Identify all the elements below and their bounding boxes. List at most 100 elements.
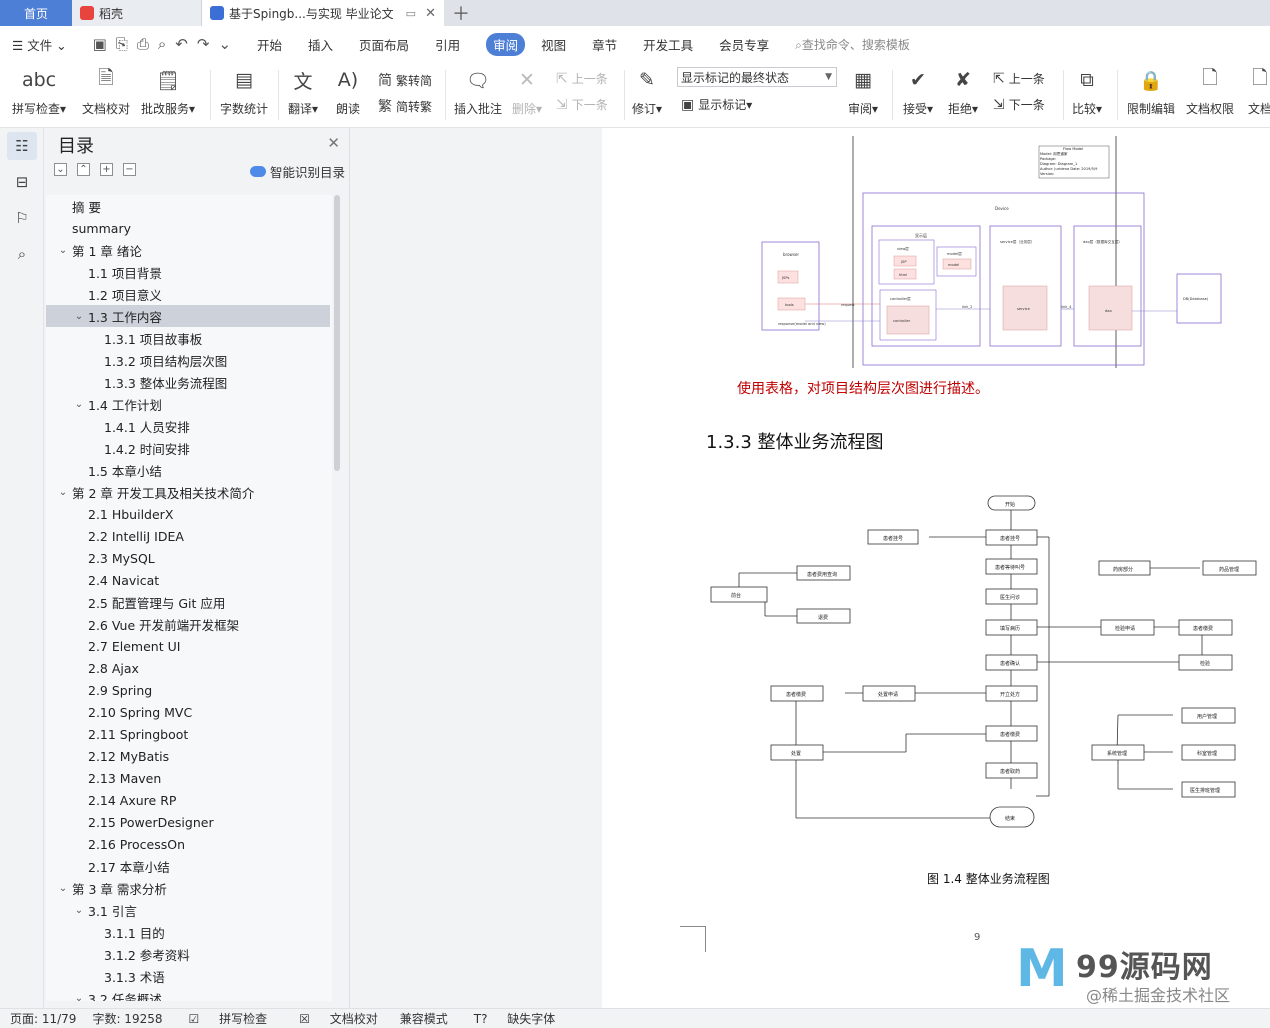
toc-item[interactable]: ⌄ 第 1 章 绪论 (46, 239, 330, 261)
toc-item[interactable]: 2.1 HbuilderX (46, 503, 330, 525)
tab-home[interactable]: 首页 (0, 0, 72, 26)
toc-item[interactable]: 2.13 Maven (46, 767, 330, 789)
doc-more-button[interactable]: 🗋 文档 (1246, 66, 1270, 117)
toc-item[interactable]: 2.7 Element UI (46, 635, 330, 657)
toc-item[interactable]: 1.4.1 人员安排 (46, 415, 330, 437)
status-proof[interactable]: ☒ 文档校对 (289, 1010, 384, 1027)
redo-icon[interactable]: ↷ (197, 35, 210, 53)
menu-start[interactable]: 开始 (257, 35, 282, 54)
menu-view[interactable]: 视图 (541, 35, 566, 54)
toc-item[interactable]: 2.15 PowerDesigner (46, 811, 330, 833)
delete-comment-button[interactable]: ✕ 删除▾ (512, 66, 542, 117)
chevron-down-icon[interactable]: ⌄ (72, 905, 86, 916)
toc-item[interactable]: 3.1.1 目的 (46, 921, 330, 943)
chevron-down-icon[interactable]: ⌄ (56, 245, 70, 256)
close-tab-icon[interactable]: ✕ (425, 6, 436, 21)
toc-item[interactable]: 2.2 IntelliJ IDEA (46, 525, 330, 547)
toc-item[interactable]: 2.10 Spring MVC (46, 701, 330, 723)
menu-devtools[interactable]: 开发工具 (643, 35, 693, 54)
remove-heading-icon[interactable]: − (123, 163, 136, 176)
toc-item[interactable]: 3.1.3 术语 (46, 965, 330, 987)
tab-docer[interactable]: 稻壳 (72, 0, 202, 26)
read-aloud-button[interactable]: A) 朗读 (334, 66, 362, 117)
menu-review[interactable]: 审阅 (486, 32, 526, 56)
toc-item[interactable]: 1.4.2 时间安排 (46, 437, 330, 459)
command-search[interactable]: ⌕查找命令、搜索模板 (795, 36, 910, 53)
bookmark-icon[interactable]: ⚐ (12, 208, 32, 228)
toc-item[interactable]: ⌄ 3.2 任务概述 (46, 987, 330, 1002)
reject-button[interactable]: ✘ 拒绝▾ (948, 66, 978, 117)
missing-font[interactable]: T? 缺失字体 (464, 1010, 562, 1027)
prev-change-button[interactable]: ⇱ 上一条 (993, 70, 1045, 87)
toc-item[interactable]: ⌄ 1.4 工作计划 (46, 393, 330, 415)
annotate-service-button[interactable]: 🗒 批改服务▾ (141, 66, 195, 117)
next-comment-button[interactable]: ⇲ 下一条 (556, 96, 608, 113)
menu-insert[interactable]: 插入 (308, 35, 333, 54)
prev-comment-button[interactable]: ⇱ 上一条 (556, 70, 608, 87)
toc-item[interactable]: 2.8 Ajax (46, 657, 330, 679)
toc-item[interactable]: ⌄ 第 3 章 需求分析 (46, 877, 330, 899)
compare-button[interactable]: ⧉ 比较▾ (1072, 66, 1102, 117)
toc-panel-icon[interactable]: ☷ (7, 132, 37, 160)
customize-icon[interactable]: ⌄ (218, 35, 231, 53)
toc-item[interactable]: 2.17 本章小结 (46, 855, 330, 877)
toc-item[interactable]: 2.5 配置管理与 Git 应用 (46, 591, 330, 613)
toc-item[interactable]: 1.3.1 项目故事板 (46, 327, 330, 349)
monitor-icon[interactable]: ▭ (406, 7, 416, 20)
collapse-all-icon[interactable]: ⌄ (54, 163, 67, 176)
chevron-down-icon[interactable]: ⌄ (72, 399, 86, 410)
trad-to-simp-button[interactable]: 简繁转简 (378, 70, 432, 90)
chevron-down-icon[interactable]: ⌄ (72, 993, 86, 1002)
file-menu[interactable]: ☰ 文件 ⌄ (12, 35, 67, 54)
toc-item[interactable]: 1.5 本章小结 (46, 459, 330, 481)
track-changes-button[interactable]: ✎ 修订▾ (632, 66, 662, 117)
toc-item[interactable]: ⌄ 第 2 章 开发工具及相关技术简介 (46, 481, 330, 503)
translate-button[interactable]: 文翻译▾ (288, 66, 318, 117)
toc-item[interactable]: 1.3.3 整体业务流程图 (46, 371, 330, 393)
print-preview-icon[interactable]: ⌕ (158, 35, 166, 53)
save-icon[interactable]: ▣ (93, 35, 107, 53)
smart-toc-button[interactable]: 智能识别目录 (249, 162, 345, 181)
menu-member[interactable]: 会员专享 (719, 35, 769, 54)
chevron-down-icon[interactable]: ⌄ (56, 487, 70, 498)
toc-item[interactable]: summary (46, 217, 330, 239)
expand-up-icon[interactable]: ⌃ (77, 163, 90, 176)
new-tab-button[interactable]: ＋ (444, 0, 478, 26)
doc-permission-button[interactable]: 🗋 文档权限 (1186, 66, 1234, 117)
print-icon[interactable]: ⎙ (137, 35, 149, 53)
toc-item[interactable]: 2.11 Springboot (46, 723, 330, 745)
show-markup-button[interactable]: ▣ 显示标记 ▾ (681, 96, 752, 113)
insert-comment-button[interactable]: 🗨 插入批注 (454, 66, 502, 117)
toc-item[interactable]: ⌄ 1.3 工作内容 (46, 305, 330, 327)
doc-proof-button[interactable]: 🗎 文档校对 (82, 66, 130, 117)
status-spell-check[interactable]: ☑ 拼写检查 (179, 1010, 274, 1027)
page-indicator[interactable]: 页面: 11/79 (10, 1010, 76, 1027)
toc-item[interactable]: ⌄ 3.1 引言 (46, 899, 330, 921)
find-icon[interactable]: ⌕ (12, 244, 32, 264)
toc-item[interactable]: 1.3.2 项目结构层次图 (46, 349, 330, 371)
word-count-indicator[interactable]: 字数: 19258 (92, 1010, 162, 1027)
add-heading-icon[interactable]: + (100, 163, 113, 176)
chapter-nav-icon[interactable]: ⊟ (12, 172, 32, 192)
undo-icon[interactable]: ↶ (175, 35, 188, 53)
spell-check-button[interactable]: abc 拼写检查▾ (12, 66, 66, 117)
toc-scrollbar[interactable] (334, 195, 340, 471)
next-change-button[interactable]: ⇲ 下一条 (993, 96, 1045, 113)
tab-document[interactable]: 基于Spingb...与实现 毕业论文 ▭ ✕ (202, 0, 444, 26)
toc-item[interactable]: 1.2 项目意义 (46, 283, 330, 305)
menu-section[interactable]: 章节 (592, 35, 617, 54)
compat-mode[interactable]: 兼容模式 (400, 1010, 448, 1027)
restrict-edit-button[interactable]: 🔒 限制编辑 (1127, 66, 1175, 117)
toc-item[interactable]: 2.14 Axure RP (46, 789, 330, 811)
simp-to-trad-button[interactable]: 繁简转繁 (378, 96, 432, 116)
toc-item[interactable]: 2.3 MySQL (46, 547, 330, 569)
toc-item[interactable]: 2.16 ProcessOn (46, 833, 330, 855)
export-pdf-icon[interactable]: ⎘ (116, 35, 128, 53)
chevron-down-icon[interactable]: ⌄ (56, 883, 70, 894)
review-pane-button[interactable]: ▦ 审阅▾ (848, 66, 878, 117)
accept-button[interactable]: ✔ 接受▾ (903, 66, 933, 117)
toc-item[interactable]: 2.9 Spring (46, 679, 330, 701)
toc-item[interactable]: 2.4 Navicat (46, 569, 330, 591)
markup-state-select[interactable]: 显示标记的最终状态 ▼ (677, 67, 837, 87)
toc-item[interactable]: 2.12 MyBatis (46, 745, 330, 767)
